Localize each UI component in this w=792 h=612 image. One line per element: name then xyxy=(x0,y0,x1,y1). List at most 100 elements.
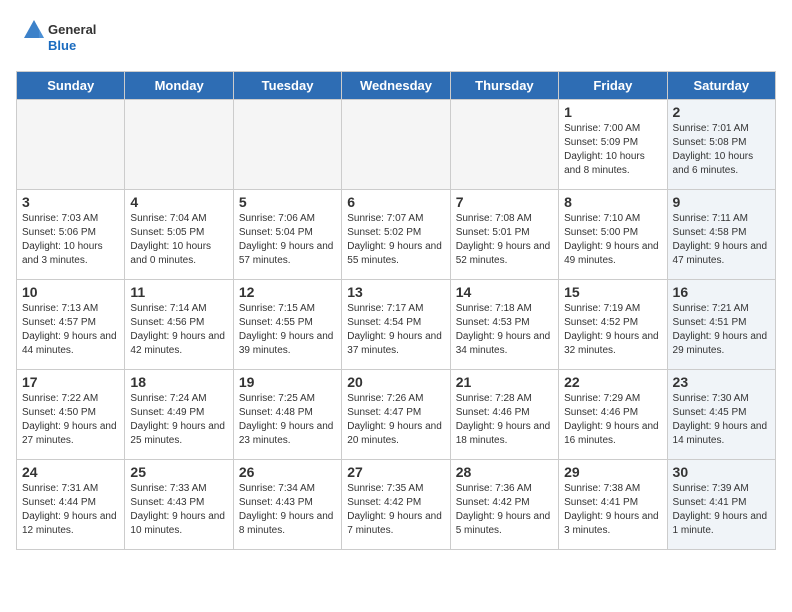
calendar-cell: 8Sunrise: 7:10 AM Sunset: 5:00 PM Daylig… xyxy=(559,190,667,280)
day-info: Sunrise: 7:19 AM Sunset: 4:52 PM Dayligh… xyxy=(564,302,661,358)
svg-text:Blue: Blue xyxy=(48,38,76,53)
day-number: 29 xyxy=(564,464,661,480)
col-tuesday: Tuesday xyxy=(233,72,341,100)
calendar-cell xyxy=(125,100,233,190)
calendar-cell: 27 Sunrise: 7:35 AM Sunset: 4:42 PM Dayli… xyxy=(342,460,450,550)
day-number: 7 xyxy=(456,194,553,210)
day-number: 21 xyxy=(456,374,553,390)
calendar-cell xyxy=(342,100,450,190)
calendar-cell: 13 Sunrise: 7:17 AM Sunset: 4:54 PM Dayli… xyxy=(342,280,450,370)
calendar-cell: 3 Sunrise: 7:03 AM Sunset: 5:06 PM Daylig… xyxy=(17,190,125,280)
day-number: 2 xyxy=(673,104,770,120)
page-header: General Blue xyxy=(16,16,776,61)
calendar-cell: 21 Sunrise: 7:28 AM Sunset: 4:46 PM Dayli… xyxy=(450,370,558,460)
day-info: Sunrise: 7:04 AM Sunset: 5:05 PM Dayligh… xyxy=(130,212,227,268)
col-friday: Friday xyxy=(559,72,667,100)
week-row-3: 10Sunrise: 7:13 AM Sunset: 4:57 PM Dayli… xyxy=(17,280,776,370)
calendar-cell: 24 Sunrise: 7:31 AM Sunset: 4:44 PM Dayli… xyxy=(17,460,125,550)
day-info: Sunrise: 7:38 AM Sunset: 4:41 PM Dayligh… xyxy=(564,482,661,538)
day-info: Sunrise: 7:03 AM Sunset: 5:06 PM Dayligh… xyxy=(22,212,119,268)
day-info: Sunrise: 7:35 AM Sunset: 4:42 PM Dayligh… xyxy=(347,482,444,538)
day-number: 9 xyxy=(673,194,770,210)
day-number: 3 xyxy=(22,194,119,210)
day-number: 1 xyxy=(564,104,661,120)
day-info: Sunrise: 7:11 AM Sunset: 4:58 PM Dayligh… xyxy=(673,212,770,268)
svg-text:General: General xyxy=(48,22,96,37)
day-number: 27 xyxy=(347,464,444,480)
calendar-cell: 25Sunrise: 7:33 AM Sunset: 4:43 PM Dayli… xyxy=(125,460,233,550)
calendar-cell: 30 Sunrise: 7:39 AM Sunset: 4:41 PM Dayli… xyxy=(667,460,775,550)
day-number: 22 xyxy=(564,374,661,390)
day-info: Sunrise: 7:34 AM Sunset: 4:43 PM Dayligh… xyxy=(239,482,336,538)
day-info: Sunrise: 7:31 AM Sunset: 4:44 PM Dayligh… xyxy=(22,482,119,538)
day-info: Sunrise: 7:00 AM Sunset: 5:09 PM Dayligh… xyxy=(564,122,661,178)
calendar-cell: 2 Sunrise: 7:01 AM Sunset: 5:08 PM Daylig… xyxy=(667,100,775,190)
day-number: 8 xyxy=(564,194,661,210)
day-info: Sunrise: 7:30 AM Sunset: 4:45 PM Dayligh… xyxy=(673,392,770,448)
day-number: 4 xyxy=(130,194,227,210)
day-info: Sunrise: 7:28 AM Sunset: 4:46 PM Dayligh… xyxy=(456,392,553,448)
day-number: 16 xyxy=(673,284,770,300)
day-info: Sunrise: 7:08 AM Sunset: 5:01 PM Dayligh… xyxy=(456,212,553,268)
calendar-cell: 12Sunrise: 7:15 AM Sunset: 4:55 PM Dayli… xyxy=(233,280,341,370)
day-number: 19 xyxy=(239,374,336,390)
calendar-cell: 10Sunrise: 7:13 AM Sunset: 4:57 PM Dayli… xyxy=(17,280,125,370)
day-number: 13 xyxy=(347,284,444,300)
logo: General Blue xyxy=(16,16,116,61)
calendar-cell xyxy=(450,100,558,190)
week-row-4: 17Sunrise: 7:22 AM Sunset: 4:50 PM Dayli… xyxy=(17,370,776,460)
calendar-cell: 29 Sunrise: 7:38 AM Sunset: 4:41 PM Dayli… xyxy=(559,460,667,550)
calendar-cell: 19 Sunrise: 7:25 AM Sunset: 4:48 PM Dayli… xyxy=(233,370,341,460)
col-monday: Monday xyxy=(125,72,233,100)
calendar-cell: 28 Sunrise: 7:36 AM Sunset: 4:42 PM Dayli… xyxy=(450,460,558,550)
day-info: Sunrise: 7:36 AM Sunset: 4:42 PM Dayligh… xyxy=(456,482,553,538)
calendar-cell: 4 Sunrise: 7:04 AM Sunset: 5:05 PM Daylig… xyxy=(125,190,233,280)
week-row-5: 24 Sunrise: 7:31 AM Sunset: 4:44 PM Dayli… xyxy=(17,460,776,550)
day-number: 28 xyxy=(456,464,553,480)
day-info: Sunrise: 7:33 AM Sunset: 4:43 PM Dayligh… xyxy=(130,482,227,538)
week-row-2: 3 Sunrise: 7:03 AM Sunset: 5:06 PM Daylig… xyxy=(17,190,776,280)
day-number: 12 xyxy=(239,284,336,300)
col-thursday: Thursday xyxy=(450,72,558,100)
calendar-cell: 14 Sunrise: 7:18 AM Sunset: 4:53 PM Dayli… xyxy=(450,280,558,370)
day-number: 23 xyxy=(673,374,770,390)
day-info: Sunrise: 7:25 AM Sunset: 4:48 PM Dayligh… xyxy=(239,392,336,448)
day-number: 6 xyxy=(347,194,444,210)
calendar-cell: 18 Sunrise: 7:24 AM Sunset: 4:49 PM Dayli… xyxy=(125,370,233,460)
col-saturday: Saturday xyxy=(667,72,775,100)
day-info: Sunrise: 7:26 AM Sunset: 4:47 PM Dayligh… xyxy=(347,392,444,448)
day-number: 11 xyxy=(130,284,227,300)
calendar-cell: 22 Sunrise: 7:29 AM Sunset: 4:46 PM Dayli… xyxy=(559,370,667,460)
calendar-cell: 11Sunrise: 7:14 AM Sunset: 4:56 PM Dayli… xyxy=(125,280,233,370)
day-info: Sunrise: 7:07 AM Sunset: 5:02 PM Dayligh… xyxy=(347,212,444,268)
day-number: 15 xyxy=(564,284,661,300)
calendar-cell: 5 Sunrise: 7:06 AM Sunset: 5:04 PM Daylig… xyxy=(233,190,341,280)
calendar-cell: 9 Sunrise: 7:11 AM Sunset: 4:58 PM Daylig… xyxy=(667,190,775,280)
day-info: Sunrise: 7:06 AM Sunset: 5:04 PM Dayligh… xyxy=(239,212,336,268)
calendar-cell: 17Sunrise: 7:22 AM Sunset: 4:50 PM Dayli… xyxy=(17,370,125,460)
day-number: 18 xyxy=(130,374,227,390)
calendar-cell xyxy=(17,100,125,190)
day-number: 5 xyxy=(239,194,336,210)
day-number: 14 xyxy=(456,284,553,300)
calendar-cell: 20 Sunrise: 7:26 AM Sunset: 4:47 PM Dayli… xyxy=(342,370,450,460)
logo-svg: General Blue xyxy=(16,16,116,61)
day-number: 24 xyxy=(22,464,119,480)
col-wednesday: Wednesday xyxy=(342,72,450,100)
day-info: Sunrise: 7:24 AM Sunset: 4:49 PM Dayligh… xyxy=(130,392,227,448)
day-info: Sunrise: 7:01 AM Sunset: 5:08 PM Dayligh… xyxy=(673,122,770,178)
day-info: Sunrise: 7:29 AM Sunset: 4:46 PM Dayligh… xyxy=(564,392,661,448)
week-row-1: 1 Sunrise: 7:00 AM Sunset: 5:09 PM Daylig… xyxy=(17,100,776,190)
calendar-cell: 6 Sunrise: 7:07 AM Sunset: 5:02 PM Daylig… xyxy=(342,190,450,280)
calendar-cell: 26Sunrise: 7:34 AM Sunset: 4:43 PM Dayli… xyxy=(233,460,341,550)
day-info: Sunrise: 7:22 AM Sunset: 4:50 PM Dayligh… xyxy=(22,392,119,448)
day-info: Sunrise: 7:18 AM Sunset: 4:53 PM Dayligh… xyxy=(456,302,553,358)
day-number: 20 xyxy=(347,374,444,390)
calendar-cell: 1 Sunrise: 7:00 AM Sunset: 5:09 PM Daylig… xyxy=(559,100,667,190)
calendar-cell xyxy=(233,100,341,190)
calendar-cell: 7 Sunrise: 7:08 AM Sunset: 5:01 PM Daylig… xyxy=(450,190,558,280)
day-info: Sunrise: 7:39 AM Sunset: 4:41 PM Dayligh… xyxy=(673,482,770,538)
day-info: Sunrise: 7:17 AM Sunset: 4:54 PM Dayligh… xyxy=(347,302,444,358)
day-number: 30 xyxy=(673,464,770,480)
col-sunday: Sunday xyxy=(17,72,125,100)
